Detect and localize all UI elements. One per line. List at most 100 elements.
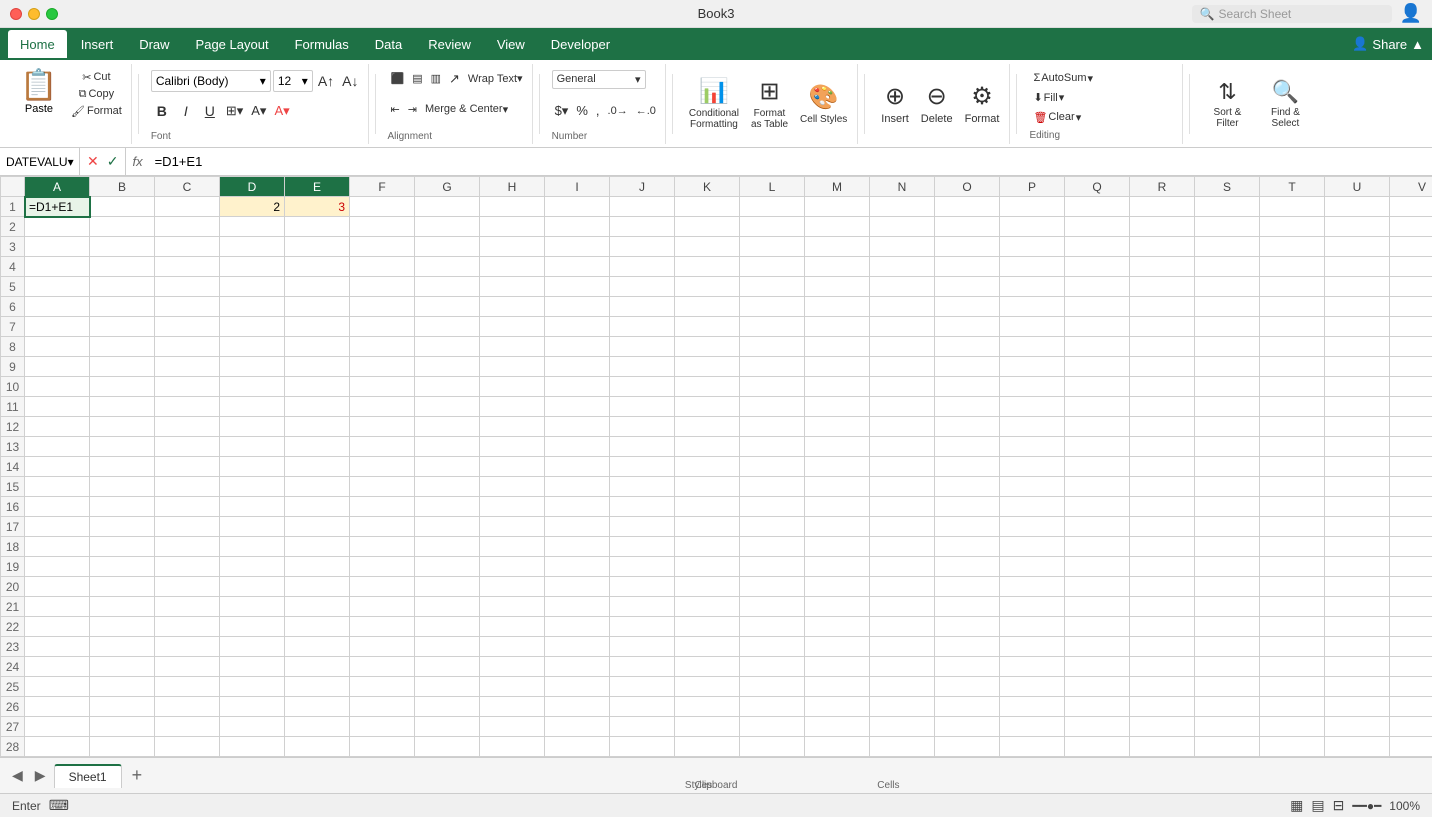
- cell-A15[interactable]: [25, 477, 90, 497]
- cell-M7[interactable]: [805, 317, 870, 337]
- cell-G16[interactable]: [415, 497, 480, 517]
- cell-J22[interactable]: [610, 617, 675, 637]
- cell-B14[interactable]: [90, 457, 155, 477]
- row-header-3[interactable]: 3: [1, 237, 25, 257]
- cell-A8[interactable]: [25, 337, 90, 357]
- align-left-btn[interactable]: ⬛: [388, 71, 408, 86]
- cell-E10[interactable]: [285, 377, 350, 397]
- cell-I4[interactable]: [545, 257, 610, 277]
- cell-N6[interactable]: [870, 297, 935, 317]
- cell-H14[interactable]: [480, 457, 545, 477]
- cell-P16[interactable]: [1000, 497, 1065, 517]
- cell-Q15[interactable]: [1065, 477, 1130, 497]
- cell-J2[interactable]: [610, 217, 675, 237]
- cell-T24[interactable]: [1260, 657, 1325, 677]
- row-header-16[interactable]: 16: [1, 497, 25, 517]
- cell-N22[interactable]: [870, 617, 935, 637]
- cell-P11[interactable]: [1000, 397, 1065, 417]
- cell-E22[interactable]: [285, 617, 350, 637]
- cell-G1[interactable]: [415, 197, 480, 217]
- row-header-18[interactable]: 18: [1, 537, 25, 557]
- cell-S11[interactable]: [1195, 397, 1260, 417]
- cell-S17[interactable]: [1195, 517, 1260, 537]
- font-size-increase[interactable]: A↑: [315, 72, 337, 90]
- cell-S28[interactable]: [1195, 737, 1260, 757]
- cell-V17[interactable]: [1390, 517, 1432, 537]
- cell-L17[interactable]: [740, 517, 805, 537]
- cell-M6[interactable]: [805, 297, 870, 317]
- cell-D25[interactable]: [220, 677, 285, 697]
- cell-V20[interactable]: [1390, 577, 1432, 597]
- cell-V22[interactable]: [1390, 617, 1432, 637]
- cell-D27[interactable]: [220, 717, 285, 737]
- cell-H13[interactable]: [480, 437, 545, 457]
- cell-O21[interactable]: [935, 597, 1000, 617]
- row-header-7[interactable]: 7: [1, 317, 25, 337]
- cell-E19[interactable]: [285, 557, 350, 577]
- indent-decrease[interactable]: ⇤: [388, 102, 403, 117]
- cell-B16[interactable]: [90, 497, 155, 517]
- cell-U3[interactable]: [1325, 237, 1390, 257]
- fill-color-button[interactable]: A▾: [248, 102, 269, 120]
- wrap-text-button[interactable]: Wrap Text ▾: [465, 71, 526, 86]
- cell-H6[interactable]: [480, 297, 545, 317]
- italic-button[interactable]: I: [175, 102, 197, 120]
- cell-V19[interactable]: [1390, 557, 1432, 577]
- cell-N17[interactable]: [870, 517, 935, 537]
- cell-N9[interactable]: [870, 357, 935, 377]
- cell-C28[interactable]: [155, 737, 220, 757]
- col-header-N[interactable]: N: [870, 177, 935, 197]
- cell-J9[interactable]: [610, 357, 675, 377]
- cell-D26[interactable]: [220, 697, 285, 717]
- cell-R9[interactable]: [1130, 357, 1195, 377]
- cell-P27[interactable]: [1000, 717, 1065, 737]
- cell-A29[interactable]: [25, 757, 90, 758]
- row-header-21[interactable]: 21: [1, 597, 25, 617]
- cell-O15[interactable]: [935, 477, 1000, 497]
- cell-T20[interactable]: [1260, 577, 1325, 597]
- cell-Q20[interactable]: [1065, 577, 1130, 597]
- cell-H9[interactable]: [480, 357, 545, 377]
- cell-T3[interactable]: [1260, 237, 1325, 257]
- formula-input[interactable]: [149, 154, 1432, 169]
- cell-U11[interactable]: [1325, 397, 1390, 417]
- font-name-selector[interactable]: Calibri (Body) ▾: [151, 70, 271, 92]
- cell-T11[interactable]: [1260, 397, 1325, 417]
- cell-N26[interactable]: [870, 697, 935, 717]
- cell-C16[interactable]: [155, 497, 220, 517]
- cell-L24[interactable]: [740, 657, 805, 677]
- cell-D21[interactable]: [220, 597, 285, 617]
- cell-U29[interactable]: [1325, 757, 1390, 758]
- cell-T15[interactable]: [1260, 477, 1325, 497]
- cell-F14[interactable]: [350, 457, 415, 477]
- cell-T29[interactable]: [1260, 757, 1325, 758]
- cell-A26[interactable]: [25, 697, 90, 717]
- cell-V13[interactable]: [1390, 437, 1432, 457]
- cell-V23[interactable]: [1390, 637, 1432, 657]
- cell-F28[interactable]: [350, 737, 415, 757]
- cell-M19[interactable]: [805, 557, 870, 577]
- cell-E15[interactable]: [285, 477, 350, 497]
- cell-U10[interactable]: [1325, 377, 1390, 397]
- cell-L14[interactable]: [740, 457, 805, 477]
- row-header-25[interactable]: 25: [1, 677, 25, 697]
- cell-O7[interactable]: [935, 317, 1000, 337]
- cell-P26[interactable]: [1000, 697, 1065, 717]
- cell-H1[interactable]: [480, 197, 545, 217]
- cell-G8[interactable]: [415, 337, 480, 357]
- cell-S20[interactable]: [1195, 577, 1260, 597]
- cell-I27[interactable]: [545, 717, 610, 737]
- cell-E17[interactable]: [285, 517, 350, 537]
- cell-V16[interactable]: [1390, 497, 1432, 517]
- cell-R14[interactable]: [1130, 457, 1195, 477]
- row-header-9[interactable]: 9: [1, 357, 25, 377]
- cell-H10[interactable]: [480, 377, 545, 397]
- cell-E12[interactable]: [285, 417, 350, 437]
- cell-D5[interactable]: [220, 277, 285, 297]
- cell-C13[interactable]: [155, 437, 220, 457]
- cell-K22[interactable]: [675, 617, 740, 637]
- cell-P12[interactable]: [1000, 417, 1065, 437]
- cell-G19[interactable]: [415, 557, 480, 577]
- cell-U24[interactable]: [1325, 657, 1390, 677]
- cell-E16[interactable]: [285, 497, 350, 517]
